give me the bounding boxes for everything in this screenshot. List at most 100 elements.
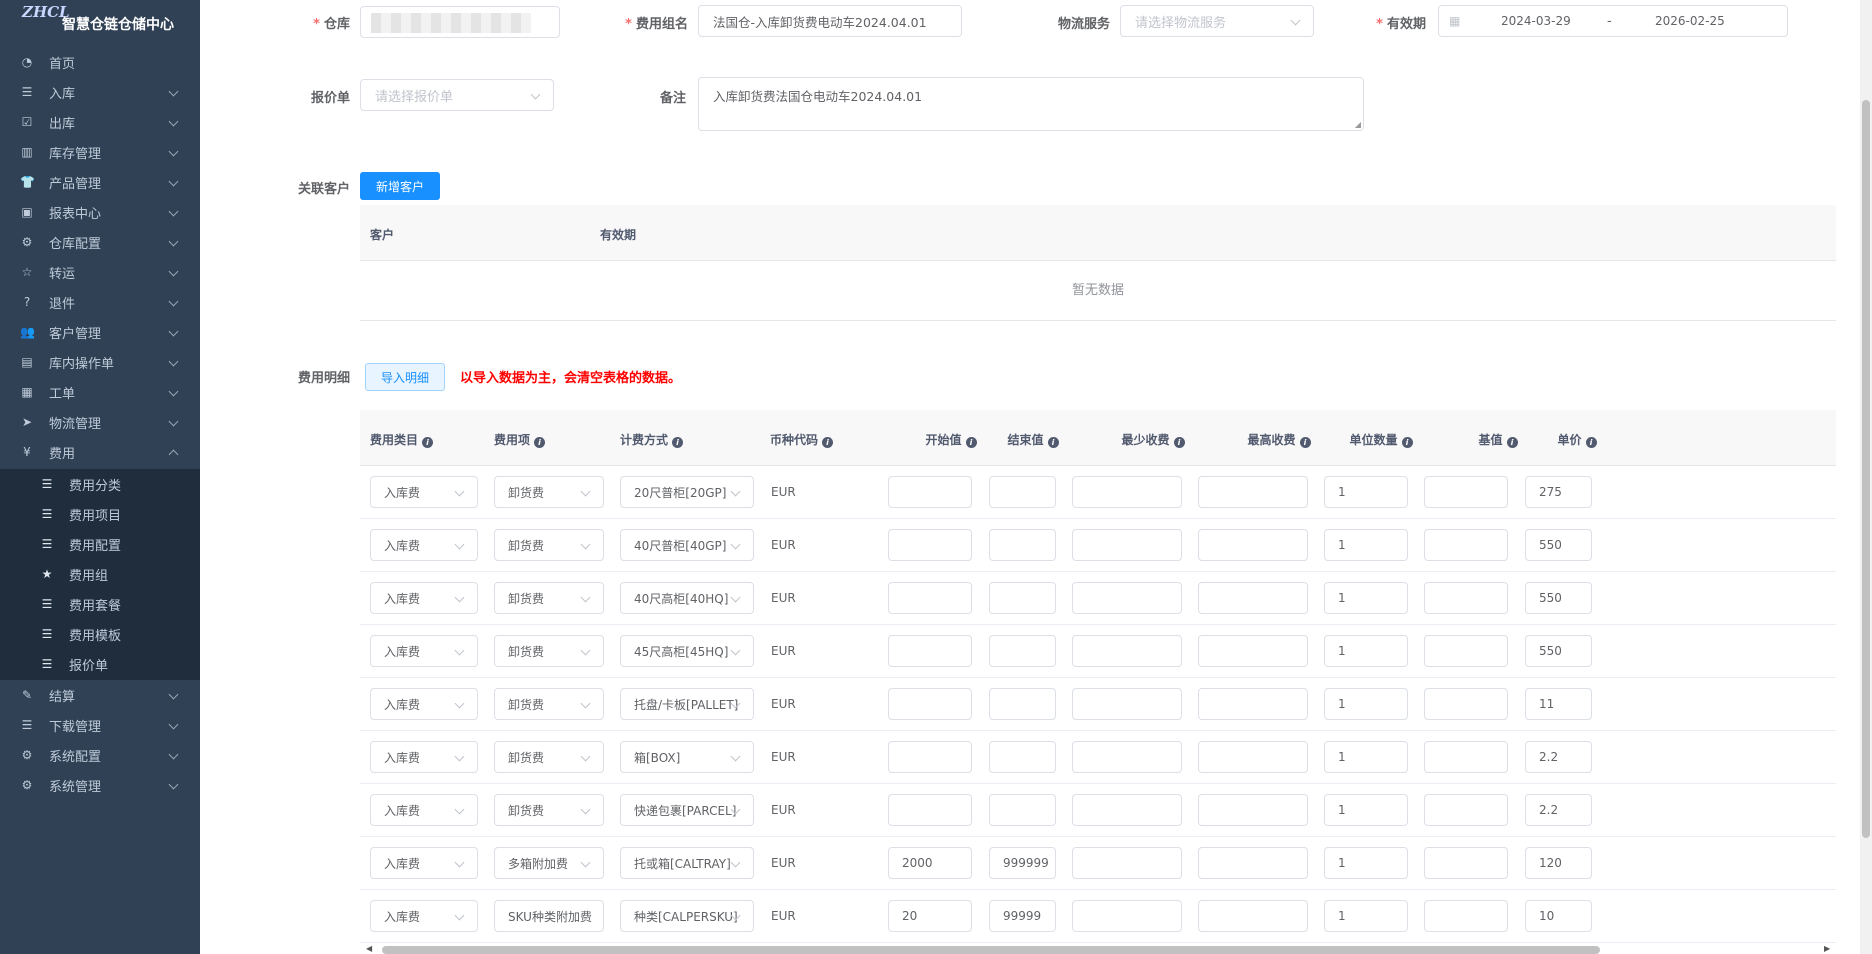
unit-price-input[interactable]: 550: [1525, 582, 1592, 614]
sidebar-item-5[interactable]: ▣ 报表中心: [0, 197, 200, 227]
unit-qty-input[interactable]: 1: [1324, 847, 1408, 879]
unit-qty-input[interactable]: 1: [1324, 582, 1408, 614]
unit-price-input[interactable]: 120: [1525, 847, 1592, 879]
end-value-input[interactable]: [989, 529, 1056, 561]
max-charge-input[interactable]: [1198, 635, 1308, 667]
unit-price-input[interactable]: 275: [1525, 476, 1592, 508]
sidebar-item-6[interactable]: ⚙ 仓库配置: [0, 227, 200, 257]
fee-category-select[interactable]: 入库费: [370, 794, 478, 826]
base-value-input[interactable]: [1424, 582, 1508, 614]
fee-item-select[interactable]: 卸货费: [494, 794, 604, 826]
unit-qty-input[interactable]: 1: [1324, 741, 1408, 773]
max-charge-input[interactable]: [1198, 476, 1308, 508]
validity-start[interactable]: 2024-03-29: [1501, 14, 1571, 28]
max-charge-input[interactable]: [1198, 582, 1308, 614]
validity-date-range[interactable]: ▦ 2024-03-29 - 2026-02-25: [1438, 5, 1788, 37]
min-charge-input[interactable]: [1072, 582, 1182, 614]
sidebar-item-9[interactable]: 👥 客户管理: [0, 317, 200, 347]
end-value-input[interactable]: 999999: [989, 847, 1056, 879]
min-charge-input[interactable]: [1072, 900, 1182, 932]
max-charge-input[interactable]: [1198, 688, 1308, 720]
base-value-input[interactable]: [1424, 529, 1508, 561]
unit-qty-input[interactable]: 1: [1324, 688, 1408, 720]
submenu-item-6[interactable]: ☰ 报价单: [0, 649, 200, 679]
sidebar-item-b1[interactable]: ☰ 下载管理: [0, 710, 200, 740]
max-charge-input[interactable]: [1198, 900, 1308, 932]
base-value-input[interactable]: [1424, 741, 1508, 773]
unit-qty-input[interactable]: 1: [1324, 900, 1408, 932]
fee-category-select[interactable]: 入库费: [370, 900, 478, 932]
end-value-input[interactable]: [989, 794, 1056, 826]
info-icon[interactable]: i: [1401, 437, 1413, 448]
min-charge-input[interactable]: [1072, 847, 1182, 879]
billing-method-select[interactable]: 种类[CALPERSKU]: [620, 900, 754, 932]
base-value-input[interactable]: [1424, 794, 1508, 826]
fee-item-select[interactable]: 卸货费: [494, 741, 604, 773]
min-charge-input[interactable]: [1072, 688, 1182, 720]
warehouse-select[interactable]: [360, 6, 560, 38]
import-detail-button[interactable]: 导入明细: [365, 363, 445, 391]
start-value-input[interactable]: 2000: [888, 847, 972, 879]
info-icon[interactable]: i: [1299, 437, 1311, 448]
vertical-scroll-thumb[interactable]: [1862, 100, 1870, 838]
billing-method-select[interactable]: 20尺普柜[20GP]: [620, 476, 754, 508]
resize-handle-icon[interactable]: ◢: [1355, 120, 1361, 129]
submenu-item-0[interactable]: ☰ 费用分类: [0, 469, 200, 499]
unit-qty-input[interactable]: 1: [1324, 635, 1408, 667]
unit-qty-input[interactable]: 1: [1324, 529, 1408, 561]
horizontal-scroll-thumb[interactable]: [382, 946, 1600, 954]
unit-price-input[interactable]: 2.2: [1525, 741, 1592, 773]
remark-textarea[interactable]: 入库卸货费法国仓电动车2024.04.01 ◢: [698, 77, 1364, 131]
fee-category-select[interactable]: 入库费: [370, 529, 478, 561]
validity-end[interactable]: 2026-02-25: [1655, 14, 1725, 28]
info-icon[interactable]: i: [822, 437, 834, 448]
fee-item-select[interactable]: 卸货费: [494, 529, 604, 561]
base-value-input[interactable]: [1424, 900, 1508, 932]
sidebar-item-1[interactable]: ☰ 入库: [0, 77, 200, 107]
submenu-item-5[interactable]: ☰ 费用模板: [0, 619, 200, 649]
base-value-input[interactable]: [1424, 688, 1508, 720]
sidebar-item-2[interactable]: ☑ 出库: [0, 107, 200, 137]
end-value-input[interactable]: [989, 635, 1056, 667]
billing-method-select[interactable]: 45尺高柜[45HQ]: [620, 635, 754, 667]
submenu-item-4[interactable]: ☰ 费用套餐: [0, 589, 200, 619]
start-value-input[interactable]: [888, 635, 972, 667]
unit-price-input[interactable]: 550: [1525, 529, 1592, 561]
min-charge-input[interactable]: [1072, 529, 1182, 561]
info-icon[interactable]: i: [534, 437, 546, 448]
billing-method-select[interactable]: 40尺高柜[40HQ]: [620, 582, 754, 614]
billing-method-select[interactable]: 托盘/卡板[PALLET]: [620, 688, 754, 720]
max-charge-input[interactable]: [1198, 529, 1308, 561]
sidebar-item-b0[interactable]: ✎ 结算: [0, 680, 200, 710]
fee-item-select[interactable]: 卸货费: [494, 476, 604, 508]
info-icon[interactable]: i: [965, 437, 977, 448]
min-charge-input[interactable]: [1072, 741, 1182, 773]
max-charge-input[interactable]: [1198, 847, 1308, 879]
info-icon[interactable]: i: [1506, 437, 1518, 448]
scroll-right-icon[interactable]: ▶: [1824, 944, 1830, 953]
fee-category-select[interactable]: 入库费: [370, 476, 478, 508]
billing-method-select[interactable]: 箱[BOX]: [620, 741, 754, 773]
end-value-input[interactable]: [989, 582, 1056, 614]
start-value-input[interactable]: [888, 794, 972, 826]
unit-price-input[interactable]: 2.2: [1525, 794, 1592, 826]
end-value-input[interactable]: [989, 476, 1056, 508]
logistics-select[interactable]: 请选择物流服务: [1120, 5, 1314, 37]
unit-qty-input[interactable]: 1: [1324, 476, 1408, 508]
info-icon[interactable]: i: [422, 437, 434, 448]
base-value-input[interactable]: [1424, 635, 1508, 667]
fee-item-select[interactable]: 卸货费: [494, 582, 604, 614]
fee-group-name-input[interactable]: 法国仓-入库卸货费电动车2024.04.01: [698, 5, 962, 37]
logo[interactable]: ZHCL 智慧仓链仓储中心: [0, 0, 200, 48]
sidebar-item-0[interactable]: ◔ 首页: [0, 47, 200, 77]
scroll-left-icon[interactable]: ◀: [366, 944, 372, 953]
sidebar-item-b2[interactable]: ⚙ 系统配置: [0, 740, 200, 770]
end-value-input[interactable]: [989, 688, 1056, 720]
max-charge-input[interactable]: [1198, 794, 1308, 826]
sidebar-item-13[interactable]: ¥ 费用: [0, 437, 200, 467]
submenu-item-1[interactable]: ☰ 费用项目: [0, 499, 200, 529]
start-value-input[interactable]: [888, 741, 972, 773]
sidebar-item-b3[interactable]: ⚙ 系统管理: [0, 770, 200, 800]
unit-price-input[interactable]: 11: [1525, 688, 1592, 720]
horizontal-scrollbar[interactable]: ◀ ▶: [360, 944, 1836, 954]
